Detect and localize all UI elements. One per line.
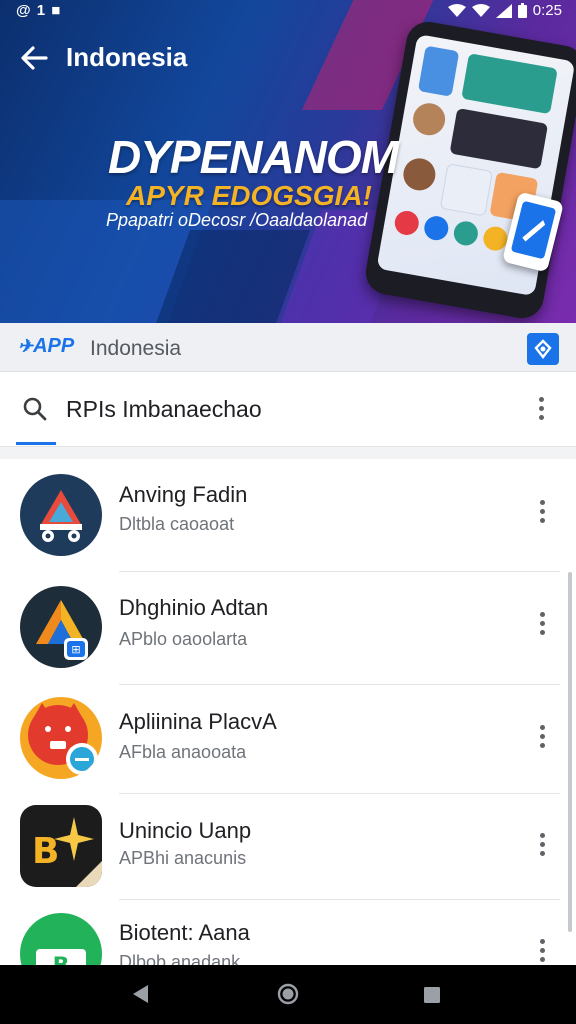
arrow-back-icon[interactable] bbox=[18, 42, 50, 74]
banner-headline: DYPENANOM bbox=[108, 131, 399, 183]
app-subtitle: APBhi anacunis bbox=[119, 848, 247, 868]
app-name: Dhghinio Adtan bbox=[119, 595, 269, 620]
banner-tagline: Ppapatri oDecosr /Oaaldaolanad bbox=[106, 210, 368, 230]
app-subtitle: Dlbob anadank bbox=[119, 952, 241, 965]
list-item[interactable]: Anving Fadin Dltbla caoaoat bbox=[0, 460, 560, 572]
app-subtitle: APblo oaoolarta bbox=[119, 629, 248, 649]
country-label: Indonesia bbox=[90, 337, 182, 360]
search-input[interactable]: RPIs Imbanaechao bbox=[66, 396, 262, 423]
more-vert-icon[interactable] bbox=[528, 395, 554, 427]
app-name: Biotent: Aana bbox=[119, 920, 250, 945]
car-app-icon bbox=[20, 474, 102, 556]
search-tab-indicator bbox=[16, 442, 56, 445]
status-left-text: @ 1 ■ bbox=[16, 2, 62, 19]
more-vert-icon[interactable] bbox=[530, 612, 554, 642]
more-vert-icon[interactable] bbox=[530, 725, 554, 755]
more-vert-icon[interactable] bbox=[530, 833, 554, 863]
store-header-bar bbox=[0, 323, 576, 372]
app-name: Anving Fadin bbox=[119, 482, 248, 507]
more-vert-icon[interactable] bbox=[530, 500, 554, 530]
phone-card bbox=[439, 163, 494, 217]
nav-back-icon[interactable] bbox=[130, 983, 152, 1010]
app-name: Unincio Uanp bbox=[119, 818, 252, 843]
wifi-icon bbox=[471, 3, 490, 17]
logo-text: APP bbox=[33, 335, 75, 357]
status-time: 0:25 bbox=[532, 2, 562, 19]
phone-card bbox=[417, 45, 460, 97]
phone-app-dot bbox=[422, 214, 451, 243]
phone-card bbox=[449, 108, 549, 170]
phone-card bbox=[461, 53, 558, 115]
phone-app-dot bbox=[392, 209, 421, 237]
search-icon[interactable] bbox=[22, 396, 48, 422]
cat-app-icon bbox=[20, 697, 102, 779]
section-gap bbox=[0, 447, 576, 459]
status-icons: 0:25 bbox=[447, 2, 562, 19]
app-subtitle: AFbla anaooata bbox=[119, 742, 247, 762]
page-title: Indonesia bbox=[66, 42, 188, 72]
promo-banner[interactable]: @ 1 ■ 0:25 Indonesia DYPENANOM APYR EDOG… bbox=[0, 0, 576, 323]
svg-text:B: B bbox=[32, 831, 59, 872]
svg-text:⊞: ⊞ bbox=[71, 643, 80, 656]
scrollbar[interactable] bbox=[568, 572, 572, 932]
svg-text:B: B bbox=[53, 954, 70, 965]
green-app-icon: B bbox=[20, 913, 102, 965]
phone-avatar bbox=[400, 155, 438, 193]
app-name: Apliinina PlacvA bbox=[119, 709, 277, 734]
nav-recents-icon[interactable] bbox=[422, 985, 442, 1010]
diamond-badge-icon[interactable] bbox=[527, 333, 559, 365]
status-bar: @ 1 ■ 0:25 bbox=[0, 0, 576, 22]
divider bbox=[119, 899, 560, 900]
sparkle-b-app-icon: B bbox=[20, 805, 102, 887]
signal-icon bbox=[495, 3, 512, 18]
wifi-icon bbox=[447, 3, 466, 17]
more-vert-icon[interactable] bbox=[530, 939, 554, 965]
list-item[interactable]: B Unincio Uanp APBhi anacunis bbox=[0, 795, 560, 907]
store-logo[interactable]: ✈APP bbox=[18, 335, 74, 358]
battery-icon bbox=[517, 3, 527, 18]
nav-home-icon[interactable] bbox=[277, 983, 299, 1010]
list-item[interactable]: B Biotent: Aana Dlbob anadank bbox=[0, 901, 560, 965]
app-subtitle: Dltbla caoaoat bbox=[119, 514, 235, 534]
triangle-app-icon: ⊞ bbox=[20, 586, 102, 668]
list-item[interactable]: Apliinina PlacvA AFbla anaooata bbox=[0, 685, 560, 797]
banner-subheadline: APYR EDOGSGIA! bbox=[126, 180, 372, 211]
list-item[interactable]: ⊞ Dhghinio Adtan APblo oaoolarta bbox=[0, 572, 560, 685]
phone-avatar bbox=[410, 100, 448, 138]
divider bbox=[119, 793, 560, 794]
logo-mark-icon: ✈ bbox=[18, 336, 34, 356]
system-nav-bar bbox=[0, 965, 576, 1024]
phone-app-dot bbox=[451, 219, 480, 248]
